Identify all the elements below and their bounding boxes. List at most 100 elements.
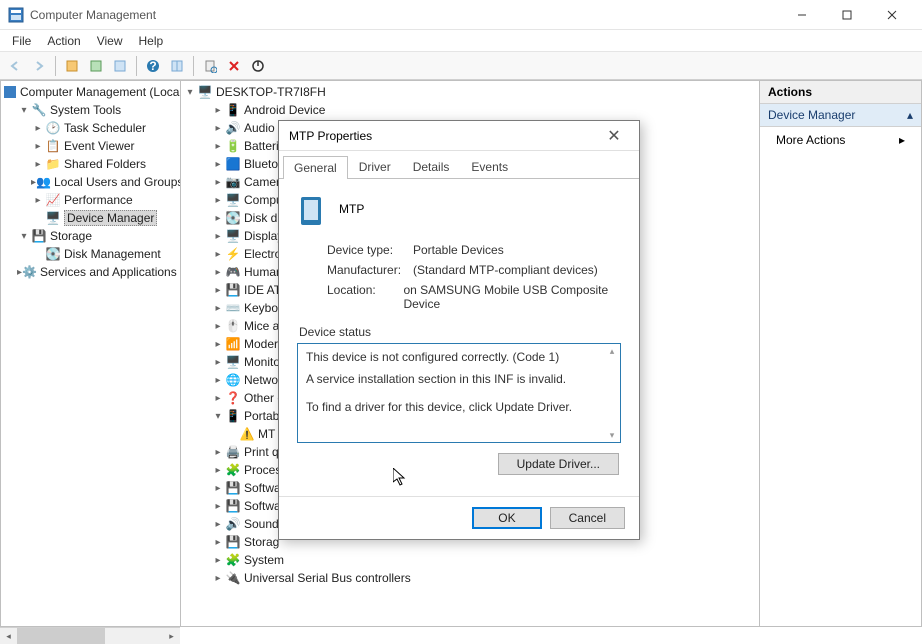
scroll-down-icon[interactable]: ▾ xyxy=(604,428,620,442)
scroll-thumb[interactable] xyxy=(17,628,105,644)
scan-button[interactable] xyxy=(199,55,221,77)
update-driver-button[interactable]: Update Driver... xyxy=(498,453,619,475)
tool-2[interactable] xyxy=(85,55,107,77)
dialog-close-button[interactable]: ✕ xyxy=(599,122,629,150)
ok-button[interactable]: OK xyxy=(472,507,541,529)
device-tree-item[interactable]: Android Device xyxy=(244,103,325,117)
device-tree-item[interactable]: Human xyxy=(244,265,283,279)
collapse-icon[interactable]: ▾ xyxy=(17,105,31,116)
dialog-titlebar[interactable]: MTP Properties ✕ xyxy=(279,121,639,151)
expand-icon[interactable]: ▸ xyxy=(211,519,225,530)
expand-icon[interactable]: ▸ xyxy=(31,159,45,170)
tree-shared-folders[interactable]: Shared Folders xyxy=(64,157,146,171)
expand-icon[interactable]: ▸ xyxy=(211,483,225,494)
maximize-button[interactable] xyxy=(824,0,869,30)
delete-button[interactable] xyxy=(223,55,245,77)
expand-icon[interactable]: ▸ xyxy=(211,447,225,458)
tab-details[interactable]: Details xyxy=(402,155,461,178)
device-tree-item[interactable]: Disk dr xyxy=(244,211,281,225)
device-tree-item[interactable]: Moder xyxy=(244,337,278,351)
status-scrollbar[interactable]: ▴ ▾ xyxy=(604,344,620,442)
device-tree-item[interactable]: Sound, xyxy=(244,517,282,531)
device-root[interactable]: DESKTOP-TR7I8FH xyxy=(216,85,326,99)
enable-button[interactable] xyxy=(247,55,269,77)
tree-performance[interactable]: Performance xyxy=(64,193,133,207)
expand-icon[interactable]: ▸ xyxy=(211,357,225,368)
tree-system-tools[interactable]: System Tools xyxy=(50,103,121,117)
tree-storage[interactable]: Storage xyxy=(50,229,92,243)
back-button[interactable] xyxy=(4,55,26,77)
device-tree-item[interactable]: Compu xyxy=(244,193,283,207)
tab-driver[interactable]: Driver xyxy=(348,155,402,178)
menu-view[interactable]: View xyxy=(89,32,131,50)
expand-icon[interactable]: ▸ xyxy=(211,303,225,314)
expand-icon[interactable]: ▸ xyxy=(211,177,225,188)
device-tree-item[interactable]: Netwo xyxy=(244,373,278,387)
scope-tree[interactable]: Computer Management (Local) ▾🔧System Too… xyxy=(1,81,180,283)
scroll-track[interactable] xyxy=(17,628,163,644)
device-tree-item[interactable]: Mice a xyxy=(244,319,279,333)
expand-icon[interactable]: ▸ xyxy=(211,249,225,260)
expand-icon[interactable]: ▸ xyxy=(211,141,225,152)
menu-action[interactable]: Action xyxy=(39,32,88,50)
expand-icon[interactable]: ▸ xyxy=(211,339,225,350)
menu-file[interactable]: File xyxy=(4,32,39,50)
help-button[interactable]: ? xyxy=(142,55,164,77)
expand-icon[interactable]: ▸ xyxy=(31,195,45,206)
device-tree-item[interactable]: MT xyxy=(258,427,275,441)
device-tree-item[interactable]: Audio i xyxy=(244,121,281,135)
device-tree-item[interactable]: Batteri xyxy=(244,139,279,153)
tool-5[interactable] xyxy=(166,55,188,77)
device-tree-item[interactable]: Softwa xyxy=(244,481,281,495)
expand-icon[interactable]: ▸ xyxy=(211,105,225,116)
collapse-icon[interactable]: ▾ xyxy=(211,411,225,422)
tree-device-manager[interactable]: Device Manager xyxy=(64,210,157,226)
expand-icon[interactable]: ▸ xyxy=(211,285,225,296)
cancel-button[interactable]: Cancel xyxy=(550,507,625,529)
actions-more[interactable]: More Actions ▸ xyxy=(760,127,921,153)
expand-icon[interactable]: ▸ xyxy=(211,555,225,566)
minimize-button[interactable] xyxy=(779,0,824,30)
left-panel-hscroll[interactable]: ◂ ▸ xyxy=(0,627,180,644)
tree-task-scheduler[interactable]: Task Scheduler xyxy=(64,121,146,135)
menu-help[interactable]: Help xyxy=(131,32,172,50)
scroll-right-icon[interactable]: ▸ xyxy=(163,628,180,644)
tree-disk-management[interactable]: Disk Management xyxy=(64,247,161,261)
expand-icon[interactable]: ▸ xyxy=(211,573,225,584)
tree-event-viewer[interactable]: Event Viewer xyxy=(64,139,134,153)
expand-icon[interactable]: ▸ xyxy=(211,537,225,548)
device-tree-item[interactable]: Storag xyxy=(244,535,279,549)
tool-1[interactable] xyxy=(61,55,83,77)
device-tree-item[interactable]: Softwa xyxy=(244,499,281,513)
close-button[interactable] xyxy=(869,0,914,30)
status-textbox[interactable]: This device is not configured correctly.… xyxy=(297,343,621,443)
device-tree-item[interactable]: Electro xyxy=(244,247,281,261)
scroll-left-icon[interactable]: ◂ xyxy=(0,628,17,644)
expand-icon[interactable]: ▸ xyxy=(31,123,45,134)
device-tree-item[interactable]: Monito xyxy=(244,355,280,369)
tree-local-users[interactable]: Local Users and Groups xyxy=(54,175,180,189)
collapse-icon[interactable]: ▾ xyxy=(183,87,197,98)
expand-icon[interactable]: ▸ xyxy=(211,321,225,332)
expand-icon[interactable]: ▸ xyxy=(211,465,225,476)
tree-root[interactable]: Computer Management (Local) xyxy=(20,85,180,99)
scroll-up-icon[interactable]: ▴ xyxy=(604,344,620,358)
expand-icon[interactable]: ▸ xyxy=(211,501,225,512)
device-tree-item[interactable]: System xyxy=(244,553,284,567)
device-tree-item[interactable]: Print q xyxy=(244,445,279,459)
expand-icon[interactable]: ▸ xyxy=(211,213,225,224)
device-tree-item[interactable]: Proces xyxy=(244,463,281,477)
expand-icon[interactable]: ▸ xyxy=(211,159,225,170)
expand-icon[interactable]: ▸ xyxy=(211,267,225,278)
expand-icon[interactable]: ▸ xyxy=(211,231,225,242)
actions-subheader[interactable]: Device Manager ▴ xyxy=(760,104,921,127)
device-tree-item[interactable]: Universal Serial Bus controllers xyxy=(244,571,411,585)
tab-events[interactable]: Events xyxy=(460,155,519,178)
expand-icon[interactable]: ▸ xyxy=(211,393,225,404)
expand-icon[interactable]: ▸ xyxy=(211,195,225,206)
tool-3[interactable] xyxy=(109,55,131,77)
forward-button[interactable] xyxy=(28,55,50,77)
collapse-icon[interactable]: ▾ xyxy=(17,231,31,242)
expand-icon[interactable]: ▸ xyxy=(211,123,225,134)
device-tree-item[interactable]: Portab xyxy=(244,409,279,423)
